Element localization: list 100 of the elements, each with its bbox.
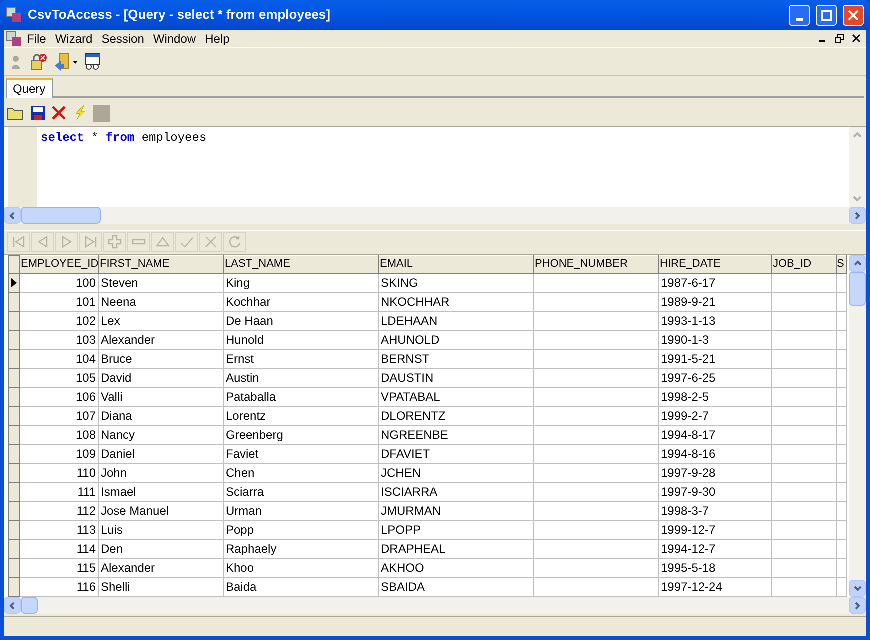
table-cell: BERNST: [378, 350, 534, 368]
table-cell: [772, 292, 836, 312]
table-cell: 1993-1-13: [658, 312, 772, 330]
scroll-thumb[interactable]: [21, 597, 38, 614]
table-cell: 114: [20, 540, 98, 558]
column-header[interactable]: HIRE_DATE: [658, 256, 772, 274]
minimize-icon: [796, 18, 803, 20]
table-cell: Austin: [224, 368, 378, 388]
scroll-thumb[interactable]: [21, 207, 101, 224]
column-header[interactable]: S: [836, 256, 846, 274]
insert-icon: [106, 234, 122, 250]
table-cell: Popp: [224, 520, 378, 540]
table-cell: [772, 520, 836, 540]
table-cell: Luis: [98, 520, 224, 540]
save-icon[interactable]: [30, 105, 46, 121]
table-cell: 106: [20, 388, 98, 406]
table-cell: 110: [20, 464, 98, 482]
table-cell: DLORENTZ: [378, 406, 534, 426]
column-header[interactable]: PHONE_NUMBER: [534, 256, 658, 274]
vertical-scrollbar[interactable]: [849, 127, 866, 207]
scroll-right-button[interactable]: [849, 207, 866, 224]
scroll-left-button[interactable]: [4, 597, 21, 614]
table-cell: DFAVIET: [378, 444, 534, 464]
table-cell: 1999-12-7: [658, 520, 772, 540]
table-cell: [836, 502, 846, 520]
table-cell: 1999-2-7: [658, 406, 772, 426]
scroll-thumb[interactable]: [849, 272, 866, 306]
table-cell: 1994-12-7: [658, 540, 772, 558]
close-button[interactable]: [843, 4, 864, 26]
table-cell: Steven: [98, 274, 224, 292]
column-header[interactable]: FIRST_NAME: [98, 256, 224, 274]
column-header[interactable]: EMPLOYEE_ID: [20, 256, 98, 274]
menu-item[interactable]: Help: [201, 30, 234, 48]
table-cell: Greenberg: [224, 426, 378, 444]
table-cell: 1997-9-28: [658, 464, 772, 482]
table-cell: King: [224, 274, 378, 292]
table-cell: David: [98, 368, 224, 388]
table-cell: Khoo: [224, 558, 378, 578]
table-cell: [772, 350, 836, 368]
vertical-scrollbar[interactable]: [849, 255, 866, 597]
maximize-button[interactable]: [816, 4, 837, 26]
query-tab[interactable]: Query: [6, 78, 53, 98]
scroll-down-button[interactable]: [849, 580, 866, 597]
minimize-button[interactable]: [789, 4, 810, 26]
horizontal-scrollbar[interactable]: [4, 597, 866, 614]
last-icon: [82, 234, 98, 250]
restore-icon: [834, 34, 844, 43]
table-cell: 115: [20, 558, 98, 578]
table-cell: 1995-5-18: [658, 558, 772, 578]
stop-icon[interactable]: [93, 104, 110, 122]
table-cell: [772, 482, 836, 502]
table-cell: [772, 368, 836, 388]
table-cell: 1987-6-17: [658, 274, 772, 292]
menu-item[interactable]: Session: [98, 30, 148, 48]
table-cell: Raphaely: [224, 540, 378, 558]
table-cell: 113: [20, 520, 98, 540]
table-cell: AKHOO: [378, 558, 534, 578]
table-cell: [836, 406, 846, 426]
horizontal-scrollbar[interactable]: [4, 207, 866, 224]
table-cell: 109: [20, 444, 98, 464]
scroll-right-button[interactable]: [849, 597, 866, 614]
row-indicator[interactable]: [8, 274, 20, 292]
window-glasses-icon[interactable]: [84, 52, 102, 70]
table-cell: Jose Manuel: [98, 502, 224, 520]
delete-icon[interactable]: [51, 105, 67, 121]
table-cell: 1994-8-17: [658, 426, 772, 444]
scroll-left-button[interactable]: [4, 207, 21, 224]
table-cell: De Haan: [224, 312, 378, 330]
import-icon[interactable]: [54, 52, 78, 70]
table-cell: Kochhar: [224, 292, 378, 312]
table-cell: Pataballa: [224, 388, 378, 406]
table-cell: [772, 388, 836, 406]
table-cell: LDEHAAN: [378, 312, 534, 330]
first-icon: [10, 234, 26, 250]
table-cell: 100: [20, 274, 98, 292]
table-cell: [836, 482, 846, 502]
column-header[interactable]: JOB_ID: [772, 256, 836, 274]
lock-icon[interactable]: [30, 52, 48, 70]
table-cell: 107: [20, 406, 98, 426]
table-cell: [836, 540, 846, 558]
table-cell: [836, 368, 846, 388]
table-cell: 108: [20, 426, 98, 444]
menu-item[interactable]: Window: [149, 30, 200, 48]
menu-item[interactable]: File: [23, 30, 50, 48]
table-cell: [772, 274, 836, 292]
table-cell: JMURMAN: [378, 502, 534, 520]
table-cell: [836, 350, 846, 368]
table-cell: [836, 274, 846, 292]
column-header[interactable]: LAST_NAME: [224, 256, 378, 274]
document-icon: [6, 30, 22, 46]
app-icon: [6, 7, 22, 23]
column-header[interactable]: EMAIL: [378, 256, 534, 274]
table-cell: Lorentz: [224, 406, 378, 426]
indicator-header: [8, 256, 20, 274]
scroll-up-button[interactable]: [849, 255, 866, 272]
table-cell: DRAPHEAL: [378, 540, 534, 558]
table-cell: AHUNOLD: [378, 330, 534, 350]
table-cell: Valli: [98, 388, 224, 406]
menu-item[interactable]: Wizard: [51, 30, 97, 48]
table-cell: 104: [20, 350, 98, 368]
